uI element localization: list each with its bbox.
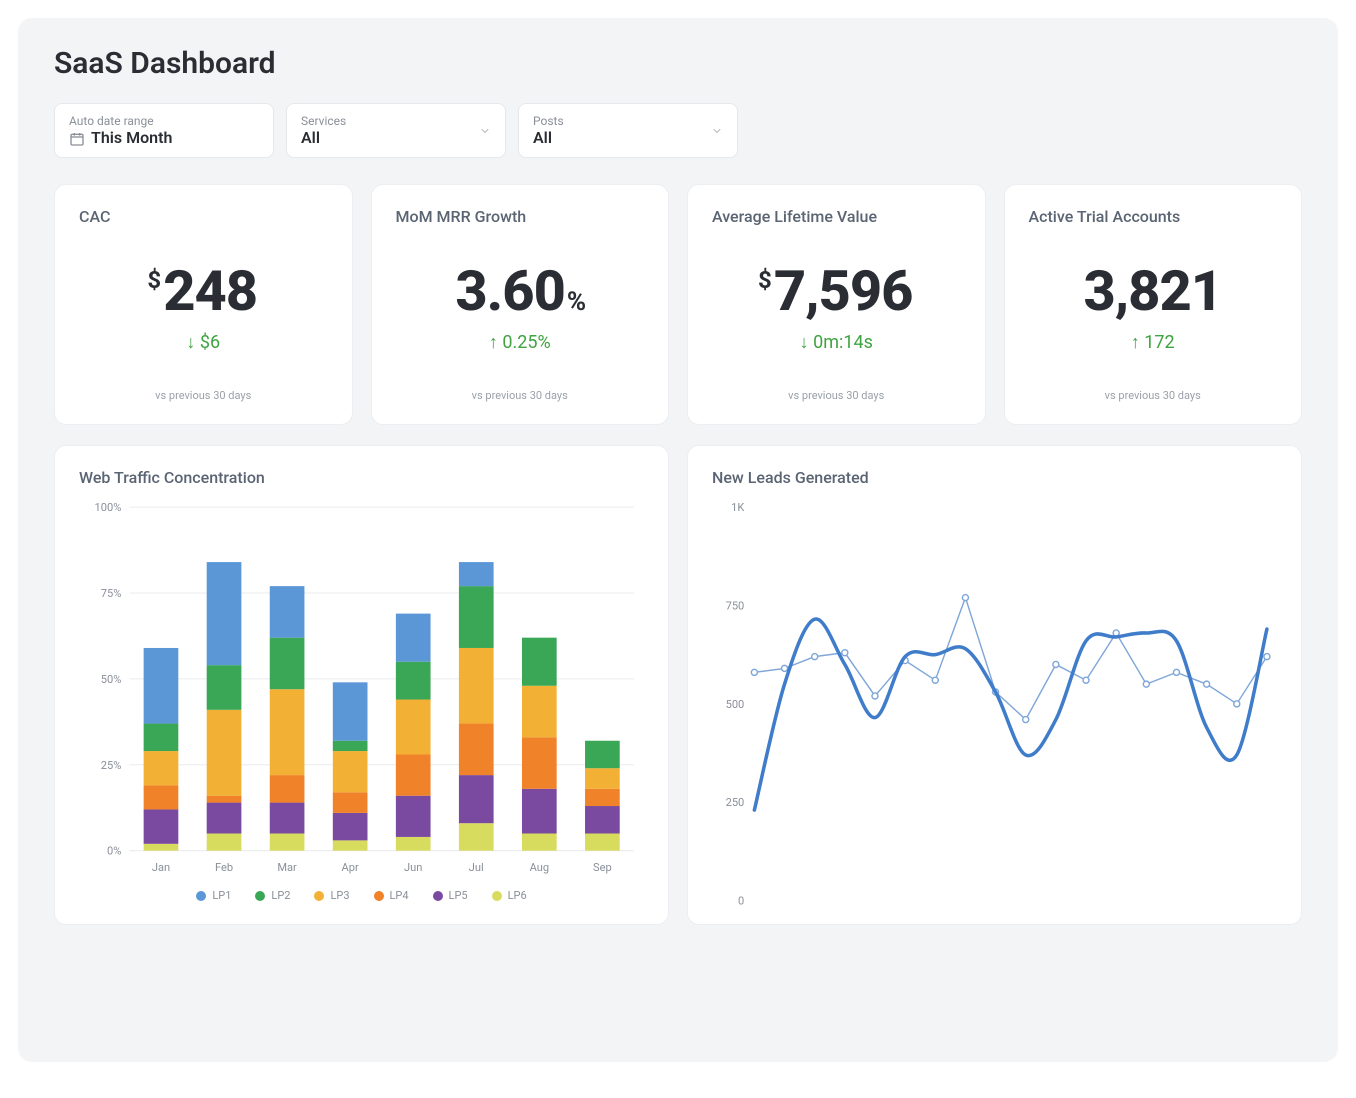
- svg-text:50%: 50%: [101, 673, 122, 686]
- svg-text:Sep: Sep: [593, 861, 612, 874]
- kpi-compare: vs previous 30 days: [712, 389, 961, 402]
- kpi-title: Average Lifetime Value: [712, 207, 961, 226]
- kpi-compare: vs previous 30 days: [396, 389, 645, 402]
- svg-text:500: 500: [726, 698, 745, 711]
- legend-label: LP5: [449, 889, 468, 902]
- filter-date-label: Auto date range: [69, 114, 259, 128]
- legend-label: LP4: [390, 889, 409, 902]
- kpi-title: Active Trial Accounts: [1029, 207, 1278, 226]
- filter-date-value: This Month: [91, 128, 259, 147]
- arrow-up-icon: ↑: [489, 332, 498, 353]
- kpi-card-ltv: Average Lifetime Value $ 7,596 ↓ 0m:14s …: [687, 184, 986, 425]
- arrow-up-icon: ↑: [1131, 332, 1140, 353]
- legend-item: LP5: [433, 889, 468, 902]
- legend-item: LP3: [314, 889, 349, 902]
- svg-text:Jun: Jun: [404, 861, 422, 874]
- kpi-delta: ↑ 0.25%: [396, 332, 645, 353]
- svg-text:100%: 100%: [95, 501, 122, 514]
- legend-swatch-icon: [433, 891, 443, 901]
- legend-swatch-icon: [492, 891, 502, 901]
- chart-title: Web Traffic Concentration: [79, 468, 644, 487]
- calendar-icon: [69, 131, 85, 147]
- filter-bar: Auto date range This Month Services All …: [54, 103, 1302, 158]
- chart-title: New Leads Generated: [712, 468, 1277, 487]
- legend-label: LP1: [212, 889, 231, 902]
- chart-new-leads: New Leads Generated 0 250 500 750 1K: [687, 445, 1302, 925]
- filter-services-value: All: [301, 128, 491, 147]
- kpi-row: CAC $ 248 ↓ $6 vs previous 30 days MoM M…: [54, 184, 1302, 425]
- arrow-down-icon: ↓: [800, 332, 809, 353]
- legend-item: LP4: [374, 889, 409, 902]
- svg-text:Jul: Jul: [469, 861, 484, 874]
- kpi-value: 3,821: [1083, 258, 1222, 324]
- kpi-card-cac: CAC $ 248 ↓ $6 vs previous 30 days: [54, 184, 353, 425]
- arrow-down-icon: ↓: [186, 332, 195, 353]
- legend-item: LP2: [255, 889, 290, 902]
- kpi-card-trial-accounts: Active Trial Accounts 3,821 ↑ 172 vs pre…: [1004, 184, 1303, 425]
- kpi-compare: vs previous 30 days: [1029, 389, 1278, 402]
- filter-services[interactable]: Services All: [286, 103, 506, 158]
- page-title: SaaS Dashboard: [54, 46, 1302, 81]
- kpi-prefix: $: [147, 266, 161, 294]
- svg-text:750: 750: [726, 599, 745, 612]
- kpi-value: 7,596: [774, 258, 913, 324]
- kpi-title: MoM MRR Growth: [396, 207, 645, 226]
- svg-text:75%: 75%: [101, 587, 122, 600]
- kpi-delta: ↓ $6: [79, 332, 328, 353]
- kpi-title: CAC: [79, 207, 328, 226]
- svg-text:250: 250: [726, 796, 745, 809]
- legend-swatch-icon: [196, 891, 206, 901]
- filter-posts-label: Posts: [533, 114, 723, 128]
- chart-plot-area: 0 250 500 750 1K: [712, 497, 1277, 921]
- svg-text:0%: 0%: [107, 845, 121, 858]
- legend-label: LP3: [330, 889, 349, 902]
- dashboard-page: SaaS Dashboard Auto date range This Mont…: [18, 18, 1338, 1062]
- svg-text:0: 0: [738, 895, 744, 908]
- filter-services-label: Services: [301, 114, 491, 128]
- legend-swatch-icon: [255, 891, 265, 901]
- svg-text:Feb: Feb: [215, 861, 233, 874]
- svg-text:Mar: Mar: [277, 861, 297, 874]
- kpi-delta: ↓ 0m:14s: [712, 332, 961, 353]
- kpi-value: 3.60: [455, 258, 564, 324]
- legend-label: LP6: [508, 889, 527, 902]
- svg-text:25%: 25%: [101, 759, 122, 772]
- filter-date-range[interactable]: Auto date range This Month: [54, 103, 274, 158]
- kpi-compare: vs previous 30 days: [79, 389, 328, 402]
- chevron-down-icon: [711, 125, 723, 137]
- charts-row: Web Traffic Concentration 0% 25% 50% 75% 100…: [54, 445, 1302, 925]
- svg-text:Apr: Apr: [342, 861, 359, 874]
- svg-text:1K: 1K: [731, 501, 744, 514]
- kpi-prefix: $: [758, 266, 772, 294]
- legend-swatch-icon: [314, 891, 324, 901]
- kpi-card-mrr-growth: MoM MRR Growth 3.60 % ↑ 0.25% vs previou…: [371, 184, 670, 425]
- svg-text:Aug: Aug: [530, 861, 550, 874]
- kpi-delta: ↑ 172: [1029, 332, 1278, 353]
- chart-web-traffic: Web Traffic Concentration 0% 25% 50% 75% 100…: [54, 445, 669, 925]
- chevron-down-icon: [479, 125, 491, 137]
- legend-label: LP2: [271, 889, 290, 902]
- kpi-suffix: %: [567, 287, 586, 317]
- legend-item: LP6: [492, 889, 527, 902]
- svg-text:Jan: Jan: [152, 861, 170, 874]
- chart-legend: LP1 LP2 LP3 LP4 LP5 LP6: [79, 889, 644, 902]
- legend-item: LP1: [196, 889, 231, 902]
- kpi-value: 248: [163, 258, 257, 324]
- chart-plot-area: 0% 25% 50% 75% 100% Jan Feb Mar Apr Jun Jul Aug Sep: [79, 497, 644, 881]
- filter-posts-value: All: [533, 128, 723, 147]
- legend-swatch-icon: [374, 891, 384, 901]
- filter-posts[interactable]: Posts All: [518, 103, 738, 158]
